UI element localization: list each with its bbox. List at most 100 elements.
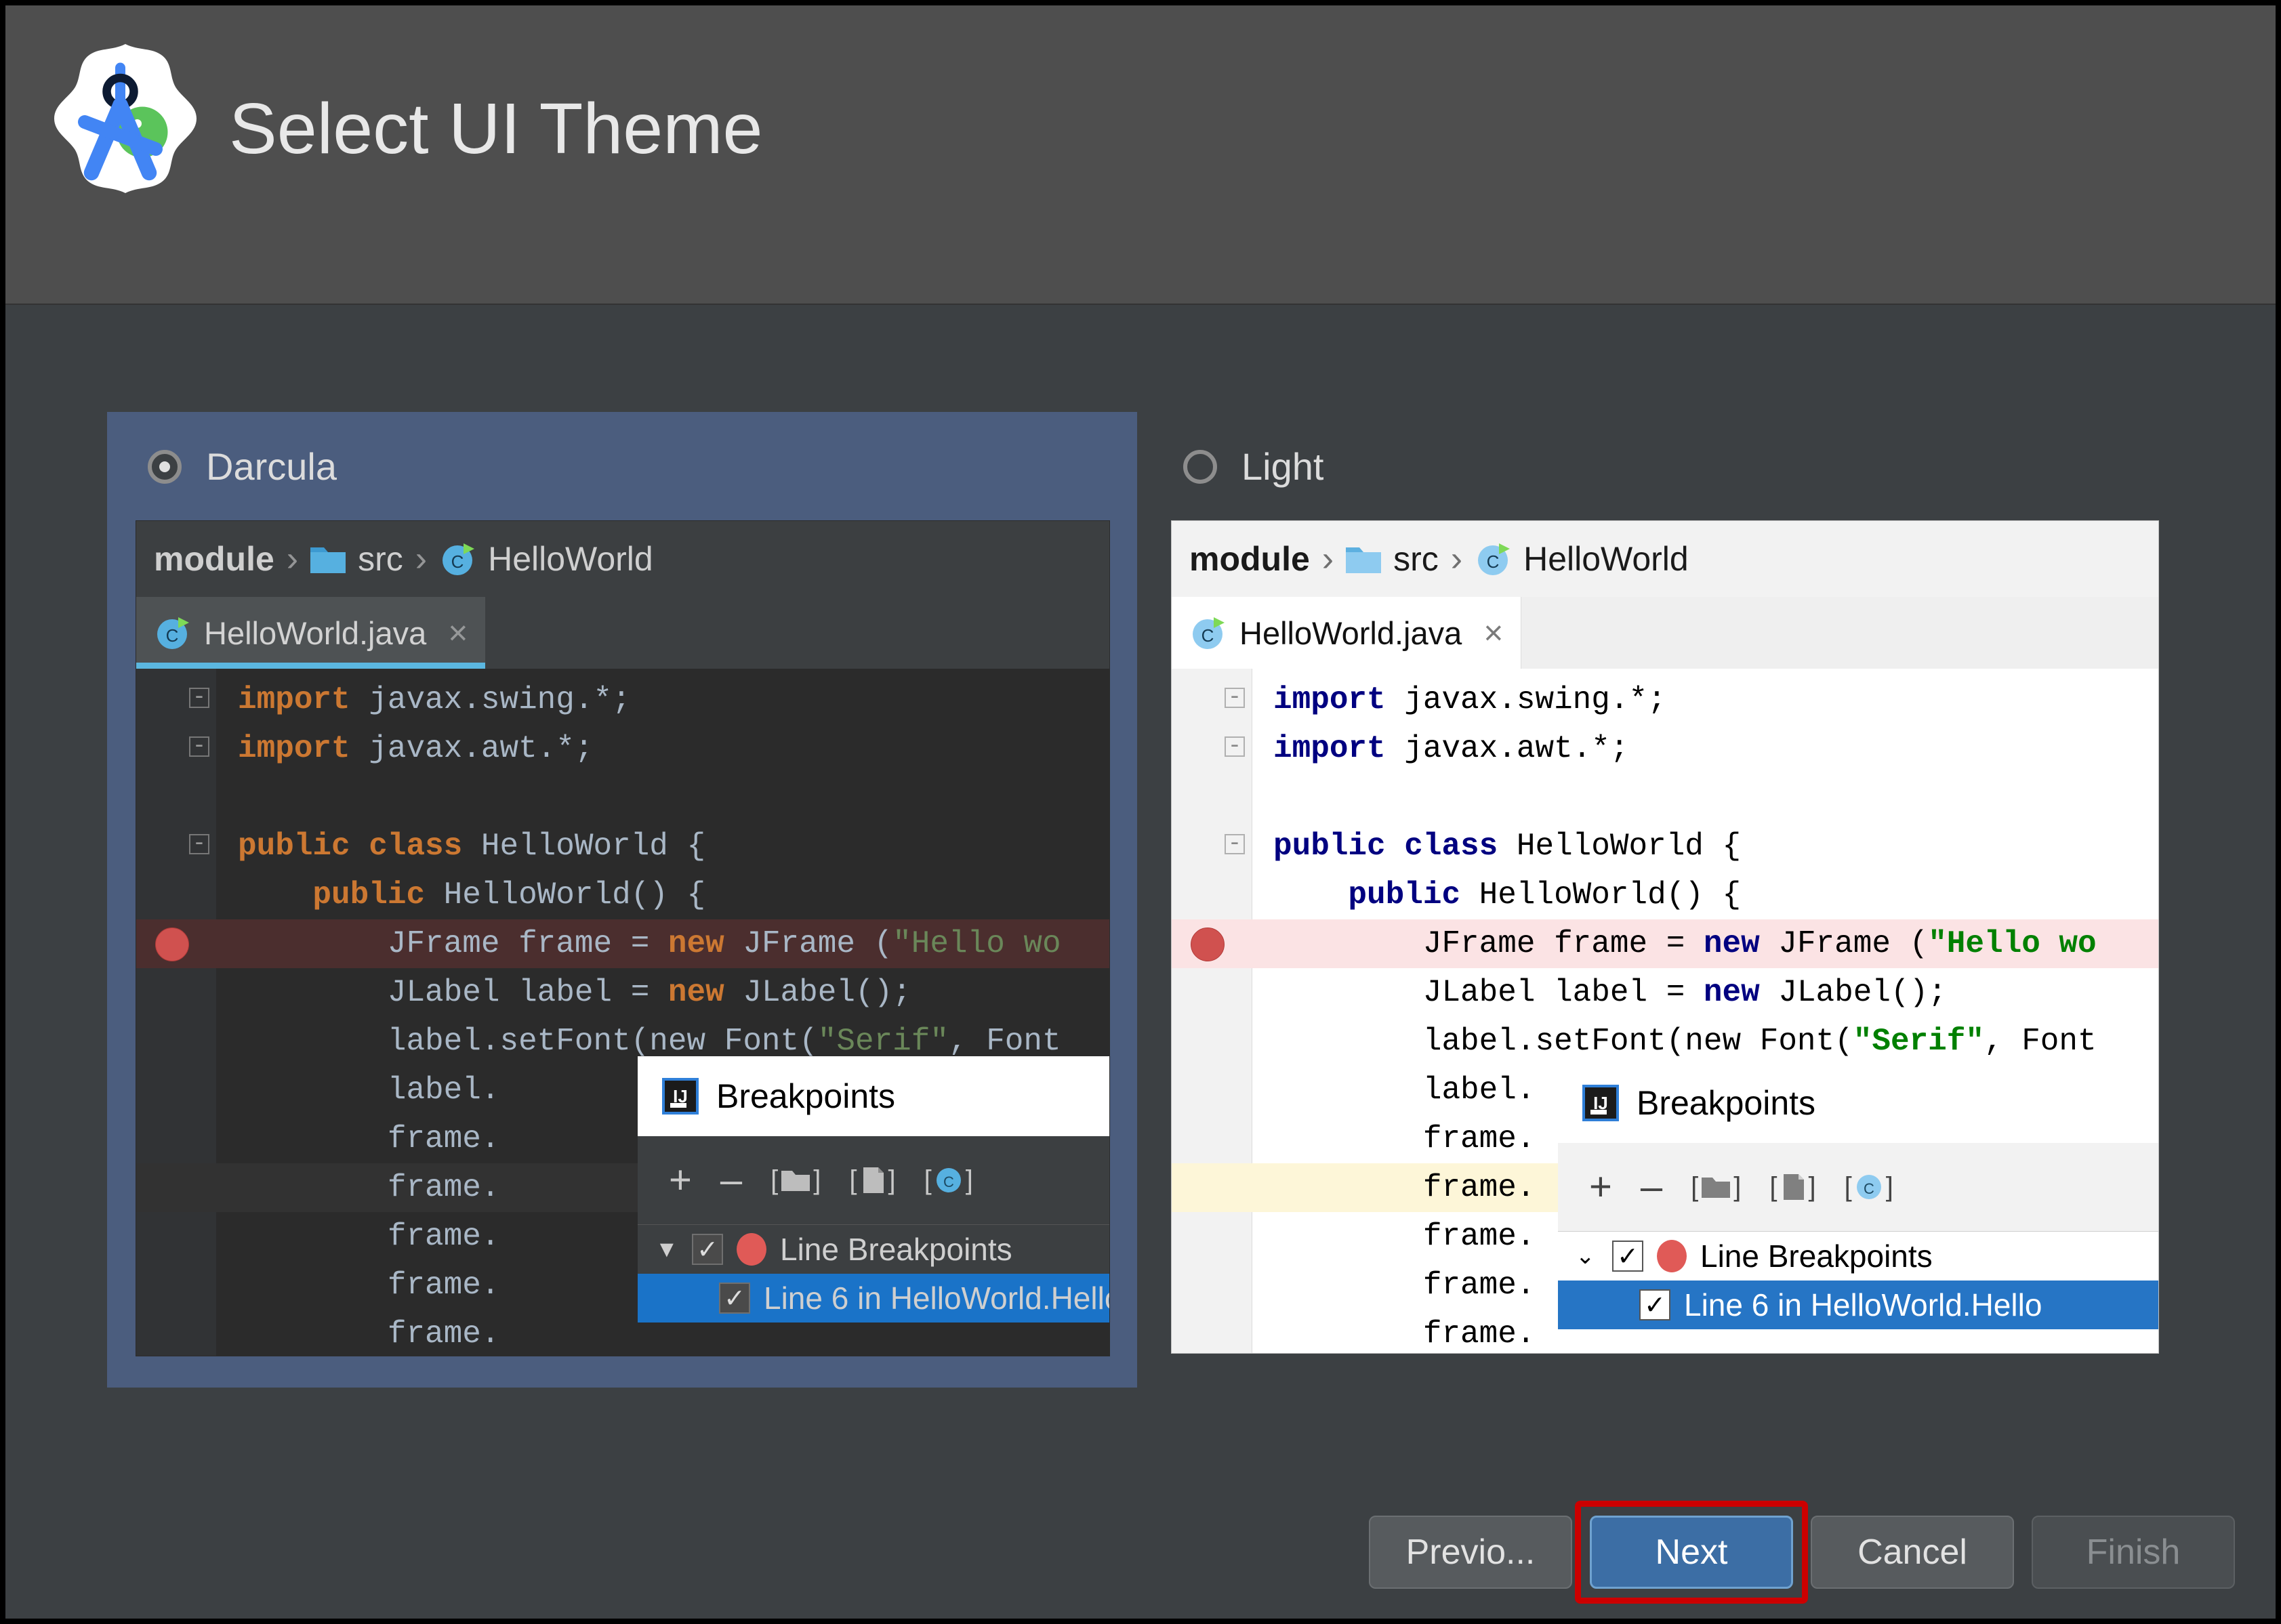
breakpoints-tree[interactable]: ▼ ✓ Line Breakpoints ✓ Line 6 in HelloWo… <box>638 1224 1109 1323</box>
code-token: javax.awt.*; <box>350 731 594 766</box>
svg-text:C: C <box>1201 625 1214 646</box>
group-by-package-button[interactable]: [] <box>1769 1172 1815 1203</box>
fold-marker-icon[interactable]: - <box>1225 833 1245 856</box>
svg-text:C: C <box>1487 551 1500 572</box>
folder-icon <box>310 545 346 573</box>
code-token: frame. <box>1273 1219 1536 1254</box>
tree-item-line-6[interactable]: ✓ Line 6 in HelloWorld.Hello <box>1558 1281 2158 1329</box>
java-class-icon: C <box>1475 541 1511 577</box>
code-token: label.setFont(new Font( <box>238 1024 818 1059</box>
radio-unselected-icon[interactable] <box>1183 449 1217 484</box>
page-title: Select UI Theme <box>229 89 763 169</box>
svg-text:C: C <box>943 1173 954 1190</box>
code-token: new <box>667 926 724 961</box>
code-token: "Hello wo <box>1928 926 2097 961</box>
breadcrumb-module[interactable]: module <box>154 539 274 579</box>
breakpoint-marker-icon[interactable] <box>155 928 189 961</box>
breakpoints-toolbar[interactable]: + – [] [] [C] <box>1558 1143 2158 1231</box>
remove-breakpoint-button[interactable]: – <box>720 1161 742 1200</box>
breadcrumb-folder[interactable]: src <box>358 539 403 579</box>
group-by-file-button[interactable]: [] <box>770 1165 821 1196</box>
fold-marker-icon[interactable]: - <box>1225 735 1245 758</box>
breadcrumb-separator2-icon: › <box>1450 539 1463 579</box>
breadcrumb-class[interactable]: HelloWorld <box>488 539 653 579</box>
tab-helloworld-java[interactable]: C HelloWorld.java × <box>1172 597 1522 669</box>
radio-selected-icon[interactable] <box>148 449 182 484</box>
breadcrumb-module[interactable]: module <box>1189 539 1310 579</box>
tab-helloworld-java[interactable]: C HelloWorld.java × <box>136 597 486 669</box>
close-icon[interactable]: × <box>1483 613 1503 652</box>
code-token: JLabel label = <box>1273 975 1704 1010</box>
breakpoints-toolbar[interactable]: + – [] [] [C] <box>638 1136 1109 1224</box>
tree-group-line-breakpoints[interactable]: ⌄ ✓ Line Breakpoints <box>1558 1232 2158 1281</box>
checkbox-line-breakpoints[interactable]: ✓ <box>692 1234 723 1265</box>
breakpoints-dialog-title: IJ Breakpoints <box>638 1056 1109 1136</box>
code-token: JFrame ( <box>724 926 893 961</box>
light-radio-row[interactable]: Light <box>1183 444 1323 488</box>
tree-group-line-breakpoints[interactable]: ▼ ✓ Line Breakpoints <box>638 1225 1109 1274</box>
next-button[interactable]: Next <box>1590 1516 1793 1589</box>
group-by-package-button[interactable]: [] <box>849 1165 895 1196</box>
code-token: frame. <box>238 1121 500 1157</box>
fold-marker-icon[interactable]: - <box>1225 686 1245 709</box>
code-token: import <box>238 731 350 766</box>
fold-marker-icon[interactable]: - <box>189 686 209 709</box>
code-token: JLabel label = <box>238 975 668 1010</box>
breakpoint-marker-icon[interactable] <box>1191 928 1225 961</box>
remove-breakpoint-button[interactable]: – <box>1641 1167 1662 1207</box>
intellij-icon: IJ <box>1582 1085 1619 1121</box>
breadcrumb-folder[interactable]: src <box>1393 539 1439 579</box>
intellij-icon: IJ <box>662 1078 699 1115</box>
code-token: new <box>1703 975 1760 1010</box>
code-token: , Font <box>1984 1024 2097 1059</box>
breadcrumb[interactable]: module › src › C HelloWorld <box>1172 521 2158 597</box>
light-ide-preview: module › src › C HelloWorld C HelloWorld… <box>1171 520 2159 1354</box>
group-by-class-button[interactable]: [C] <box>1845 1172 1893 1203</box>
code-line: JFrame frame = new JFrame ("Hello wo <box>136 919 1109 968</box>
tree-item-line-6[interactable]: ✓ Line 6 in HelloWorld.Hello <box>638 1274 1109 1323</box>
darcula-radio-row[interactable]: Darcula <box>148 444 337 488</box>
breakpoint-dot-icon <box>1657 1240 1687 1272</box>
code-token: frame. <box>238 1268 500 1303</box>
theme-option-light[interactable]: Light module › src › C HelloWorld C Hell… <box>1171 412 2160 1360</box>
code-token: frame. <box>238 1316 500 1352</box>
editor-tabbar: C HelloWorld.java × <box>136 597 1109 669</box>
code-token: javax.swing.*; <box>1385 682 1666 717</box>
code-token: HelloWorld() { <box>425 877 706 913</box>
svg-text:C: C <box>1864 1180 1874 1197</box>
tree-group-label: Line Breakpoints <box>1700 1238 1933 1274</box>
breakpoints-dialog[interactable]: IJ Breakpoints + – [] [] [C] ▼ ✓ Line Br… <box>638 1056 1109 1348</box>
cancel-button[interactable]: Cancel <box>1811 1516 2014 1589</box>
previous-button[interactable]: Previo... <box>1369 1516 1572 1589</box>
wizard-footer: Previo... Next Cancel Finish <box>5 1490 2276 1619</box>
add-breakpoint-button[interactable]: + <box>1589 1167 1612 1207</box>
code-token: public class <box>1273 829 1498 864</box>
add-breakpoint-button[interactable]: + <box>669 1161 692 1200</box>
checkbox-line-breakpoints[interactable]: ✓ <box>1612 1241 1643 1272</box>
svg-text:C: C <box>451 551 464 572</box>
theme-options: Darcula module › src › C HelloWorld C He… <box>5 304 2276 1496</box>
code-token: label. <box>1273 1073 1536 1108</box>
chevron-down-icon[interactable]: ⌄ <box>1576 1243 1599 1270</box>
fold-marker-icon[interactable]: - <box>189 735 209 758</box>
breadcrumb-class[interactable]: HelloWorld <box>1523 539 1689 579</box>
group-by-class-button[interactable]: [C] <box>924 1165 973 1196</box>
code-line: - import javax.swing.*; <box>136 675 1109 724</box>
group-by-file-button[interactable]: [] <box>1691 1172 1741 1203</box>
breakpoints-dialog-title: IJ Breakpoints <box>1558 1063 2158 1143</box>
breadcrumb[interactable]: module › src › C HelloWorld <box>136 521 1109 597</box>
close-icon[interactable]: × <box>448 613 468 652</box>
breakpoints-dialog[interactable]: IJ Breakpoints + – [] [] [C] ⌄ ✓ Line Br… <box>1558 1063 2158 1353</box>
breakpoints-tree[interactable]: ⌄ ✓ Line Breakpoints ✓ Line 6 in HelloWo… <box>1558 1231 2158 1329</box>
checkbox-line-6[interactable]: ✓ <box>1639 1289 1670 1320</box>
fold-marker-icon[interactable]: - <box>189 833 209 856</box>
breadcrumb-separator-icon: › <box>286 539 299 579</box>
chevron-down-icon[interactable]: ▼ <box>655 1236 678 1263</box>
code-token: public <box>238 877 426 913</box>
checkbox-line-6[interactable]: ✓ <box>719 1283 750 1314</box>
theme-option-darcula[interactable]: Darcula module › src › C HelloWorld C He… <box>107 412 1137 1388</box>
code-token: HelloWorld() { <box>1460 877 1742 913</box>
code-token: JFrame frame = <box>1273 926 1704 961</box>
tree-group-label: Line Breakpoints <box>780 1232 1012 1267</box>
